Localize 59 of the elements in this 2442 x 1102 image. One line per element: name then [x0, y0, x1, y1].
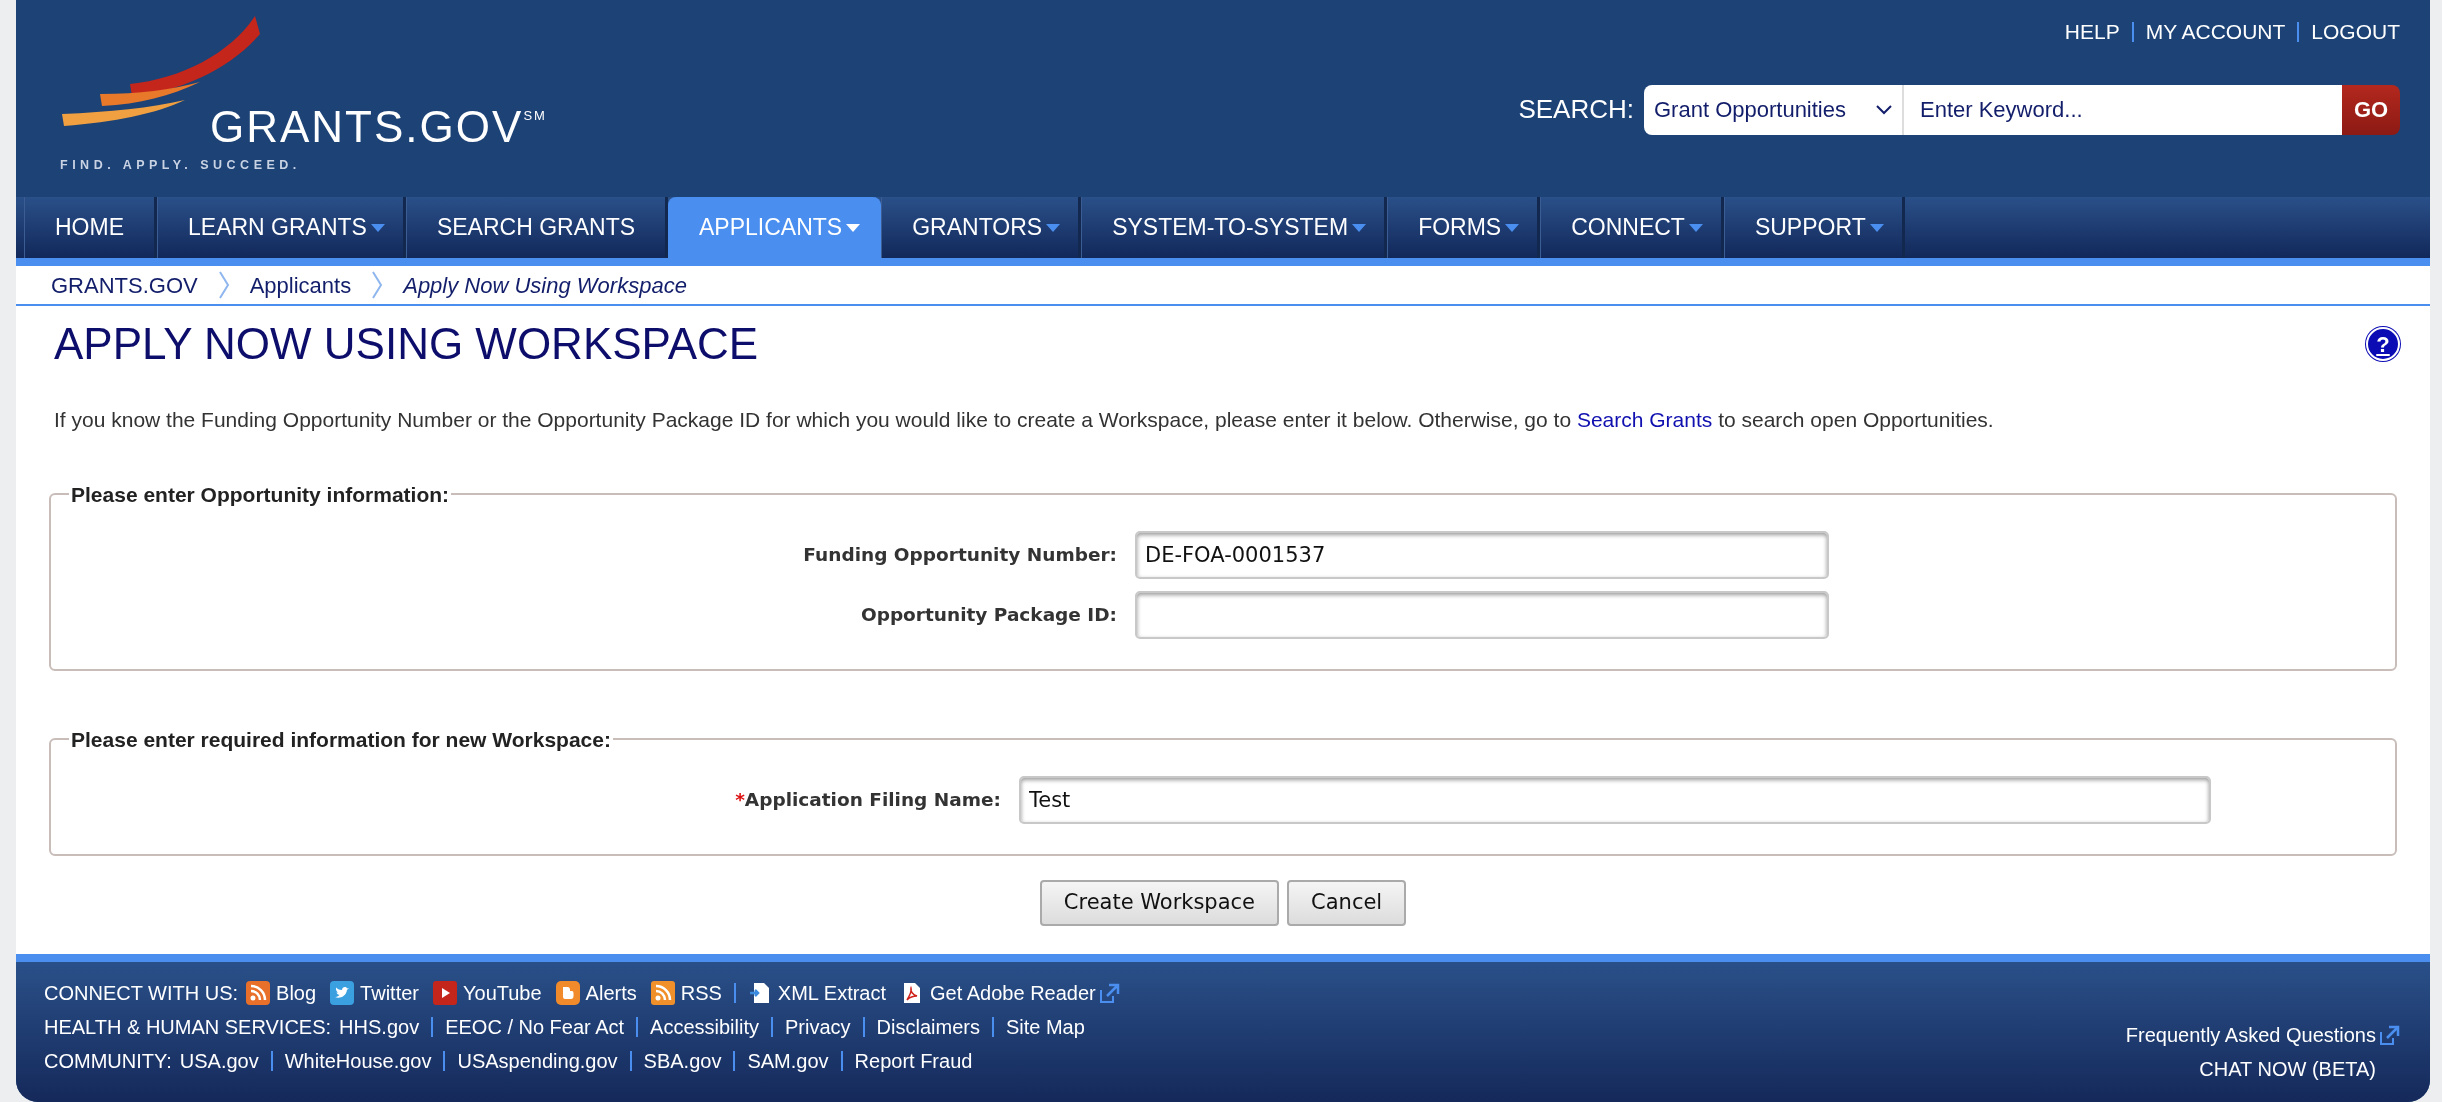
page-title: APPLY NOW USING WORKSPACE: [54, 317, 759, 370]
footer-link[interactable]: HHS.gov: [339, 1012, 420, 1042]
chevron-right-icon: [217, 271, 230, 299]
cancel-button[interactable]: Cancel: [1287, 879, 1407, 926]
keyword-search-field[interactable]: Enter Keyword...: [1904, 84, 2342, 135]
alerts-icon: [555, 981, 580, 1005]
footer-link[interactable]: Accessibility: [650, 1012, 759, 1042]
intro-text: If you know the Funding Opportunity Number or the Opportunity Package ID for which you would like to create a Workspace, please enter it below. Otherwise, go to Search Grants to search open Opportunities.: [53, 407, 1995, 433]
footer-label: CONNECT WITH US:: [44, 981, 239, 1006]
breadcrumb-link[interactable]: Applicants: [249, 268, 352, 302]
field-label: Funding Opportunity Number:: [802, 542, 1117, 567]
input-field[interactable]: Test: [1019, 775, 2211, 824]
footer-link[interactable]: Get Adobe Reader: [930, 978, 1096, 1008]
input-field[interactable]: [1135, 590, 1829, 639]
footer-link[interactable]: Alerts: [585, 978, 637, 1008]
footer-link[interactable]: USA.gov: [179, 1046, 259, 1076]
top-link[interactable]: HELP: [2064, 16, 2120, 48]
blog-feed-icon: [246, 981, 271, 1005]
footer-link[interactable]: USAspending.gov: [457, 1046, 618, 1076]
footer-link[interactable]: Disclaimers: [876, 1012, 980, 1042]
breadcrumb-current: Apply Now Using Workspace: [403, 271, 687, 300]
search-label: SEARCH:: [1518, 93, 1634, 126]
section-legend: Please enter required information for new Workspace:: [69, 726, 613, 752]
footer-link[interactable]: EEOC / No Fear Act: [445, 1012, 625, 1042]
footer-link[interactable]: Report Fraud: [854, 1046, 973, 1076]
footer-link[interactable]: YouTube: [463, 978, 542, 1008]
top-link[interactable]: MY ACCOUNT: [2145, 16, 2286, 48]
footer-link[interactable]: Site Map: [1005, 1012, 1085, 1042]
field-label: *Application Filing Name:: [734, 788, 1001, 812]
top-link[interactable]: LOGOUT: [2311, 16, 2400, 48]
bird-icon: [330, 981, 355, 1005]
field-label: Opportunity Package ID:: [859, 602, 1117, 627]
footer-label: HEALTH & HUMAN SERVICES:: [44, 1015, 332, 1040]
footer-link[interactable]: Twitter: [360, 978, 419, 1008]
footer-link[interactable]: Blog: [276, 978, 317, 1008]
footer-link[interactable]: SAM.gov: [747, 1046, 829, 1076]
chevron-right-icon: [371, 271, 384, 299]
play-icon: [433, 981, 457, 1005]
search-grants-link[interactable]: Search Grants: [1576, 408, 1713, 431]
logo-tagline: FIND. APPLY. SUCCEED.: [60, 157, 301, 174]
chat-link[interactable]: CHAT NOW (BETA): [2199, 1052, 2376, 1086]
breadcrumb-link[interactable]: GRANTS.GOV: [51, 268, 198, 302]
footer-label: COMMUNITY:: [44, 1049, 172, 1074]
rss-icon: [650, 981, 675, 1005]
document-arrow-icon: [747, 981, 772, 1005]
footer-link[interactable]: XML Extract: [777, 978, 887, 1008]
faq-link[interactable]: Frequently Asked Questions: [2125, 1018, 2376, 1052]
input-field[interactable]: DE-FOA-0001537: [1135, 530, 1829, 579]
chevron-down-icon: [1876, 104, 1892, 115]
footer-link[interactable]: Privacy: [785, 1012, 851, 1042]
footer-link[interactable]: WhiteHouse.gov: [284, 1046, 432, 1076]
section-legend: Please enter Opportunity information:: [69, 481, 452, 507]
create-workspace-button[interactable]: Create Workspace: [1039, 879, 1280, 926]
help-icon[interactable]: ?: [2366, 327, 2400, 361]
logo-text: GRANTS.GOV$^{SM}$: [210, 101, 547, 153]
go-button[interactable]: GO: [2342, 84, 2400, 135]
footer-link[interactable]: SBA.gov: [643, 1046, 722, 1076]
footer-link[interactable]: RSS: [680, 978, 722, 1008]
category-dropdown[interactable]: Grant Opportunities: [1644, 84, 1904, 135]
